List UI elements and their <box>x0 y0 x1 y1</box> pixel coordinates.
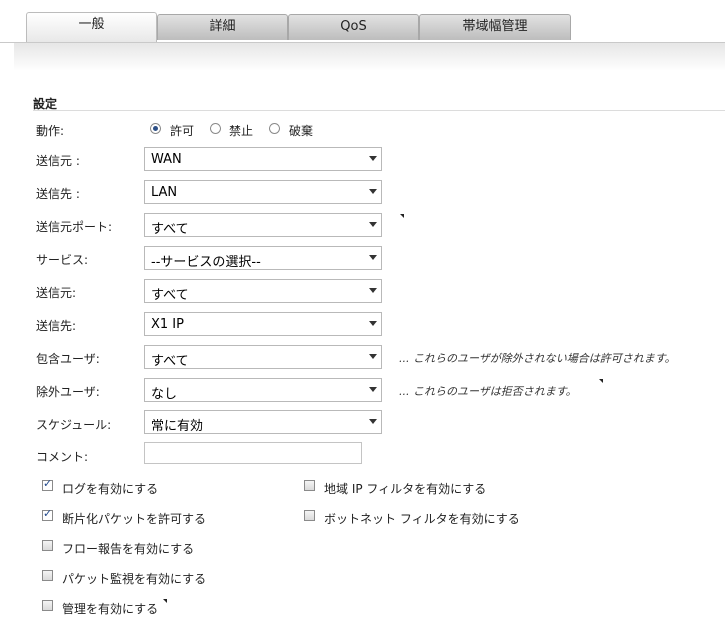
dst-zone-value: LAN <box>151 185 178 200</box>
action-deny-label: 禁止 <box>229 124 254 138</box>
allow-fragments-label: 断片化パケットを許可する <box>62 512 207 526</box>
src-zone-value: WAN <box>151 152 182 167</box>
schedule-label: スケジュール: <box>36 418 112 432</box>
chevron-down-icon <box>369 419 377 424</box>
action-radio-allow[interactable] <box>150 123 161 134</box>
action-radio-discard[interactable] <box>269 123 280 134</box>
incl-users-note: ... これらのユーザが除外されない場合は許可されます。 <box>399 352 676 365</box>
action-label: 動作: <box>36 124 65 138</box>
dst-zone-select[interactable]: LAN <box>144 180 382 204</box>
enable-flow-checkbox[interactable] <box>42 540 53 551</box>
chevron-down-icon <box>369 387 377 392</box>
destination-value: X1 IP <box>151 317 184 332</box>
destination-select[interactable]: X1 IP <box>144 312 382 336</box>
enable-management-checkbox[interactable] <box>42 600 53 611</box>
enable-logging-label: ログを有効にする <box>62 482 159 496</box>
excl-users-label: 除外ユーザ: <box>36 385 100 399</box>
service-select[interactable]: --サービスの選択-- <box>144 246 382 270</box>
tab-general[interactable]: 一般 <box>26 12 157 42</box>
comment-input[interactable] <box>144 442 362 464</box>
chevron-down-icon <box>369 255 377 260</box>
chevron-down-icon <box>369 288 377 293</box>
enable-logging-checkbox[interactable] <box>42 477 53 491</box>
enable-flow-label: フロー報告を有効にする <box>62 542 195 556</box>
action-radio-deny[interactable] <box>210 123 221 134</box>
source-value: すべて <box>151 288 189 303</box>
tooltip-marker-icon[interactable] <box>599 379 603 383</box>
tab-content-header <box>14 43 725 71</box>
enable-geoip-label: 地域 IP フィルタを有効にする <box>324 482 487 496</box>
comment-label: コメント: <box>36 450 89 464</box>
service-value: --サービスの選択-- <box>151 255 261 270</box>
schedule-select[interactable]: 常に有効 <box>144 410 382 434</box>
src-port-label: 送信元ポート: <box>36 220 113 234</box>
incl-users-select[interactable]: すべて <box>144 345 382 369</box>
dst-zone-label: 送信先 : <box>36 187 80 201</box>
tab-bar: 一般 詳細 QoS 帯域幅管理 <box>0 0 725 43</box>
source-select[interactable]: すべて <box>144 279 382 303</box>
excl-users-select[interactable]: なし <box>144 378 382 402</box>
section-divider <box>33 110 725 111</box>
enable-botnet-checkbox[interactable] <box>304 510 315 521</box>
source-label: 送信元: <box>36 286 77 300</box>
src-zone-label: 送信元 : <box>36 154 80 168</box>
incl-users-label: 包含ユーザ: <box>36 352 100 366</box>
schedule-value: 常に有効 <box>151 419 204 434</box>
enable-botnet-label: ボットネット フィルタを有効にする <box>324 512 520 526</box>
tab-bandwidth[interactable]: 帯域幅管理 <box>419 14 571 40</box>
service-label: サービス: <box>36 253 89 267</box>
src-zone-select[interactable]: WAN <box>144 147 382 171</box>
chevron-down-icon <box>369 354 377 359</box>
action-allow-label: 許可 <box>170 124 195 138</box>
tab-advanced[interactable]: 詳細 <box>157 14 288 40</box>
tooltip-marker-icon[interactable] <box>400 214 404 218</box>
action-discard-label: 破棄 <box>289 124 314 138</box>
chevron-down-icon <box>369 189 377 194</box>
incl-users-value: すべて <box>151 354 189 369</box>
destination-label: 送信先: <box>36 319 77 333</box>
tab-qos[interactable]: QoS <box>288 14 419 40</box>
chevron-down-icon <box>369 222 377 227</box>
src-port-select[interactable]: すべて <box>144 213 382 237</box>
enable-monitoring-label: パケット監視を有効にする <box>62 572 207 586</box>
chevron-down-icon <box>369 321 377 326</box>
chevron-down-icon <box>369 156 377 161</box>
excl-users-value: なし <box>151 387 178 402</box>
src-port-value: すべて <box>151 222 189 237</box>
allow-fragments-checkbox[interactable] <box>42 507 53 521</box>
enable-management-label: 管理を有効にする <box>62 602 159 616</box>
enable-geoip-checkbox[interactable] <box>304 480 315 491</box>
excl-users-note: ... これらのユーザは拒否されます。 <box>399 385 577 398</box>
tooltip-marker-icon[interactable] <box>163 599 167 603</box>
enable-monitoring-checkbox[interactable] <box>42 570 53 581</box>
